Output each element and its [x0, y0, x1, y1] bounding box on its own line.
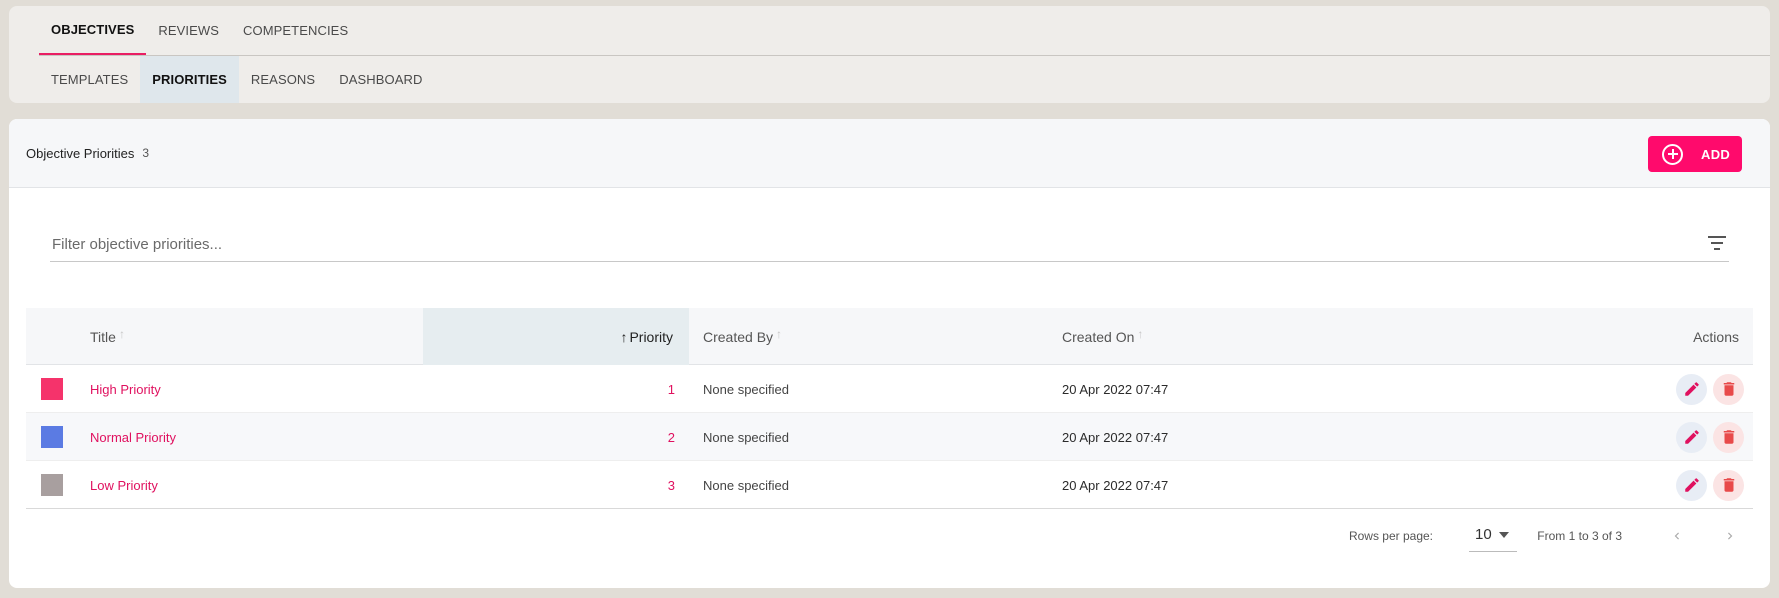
- pagination-bar: Rows per page: 10 From 1 to 3 of 3: [9, 514, 1770, 566]
- tab-competencies[interactable]: COMPETENCIES: [231, 6, 360, 55]
- chevron-right-icon: [1728, 532, 1733, 540]
- prev-page-button[interactable]: [1665, 524, 1689, 548]
- row-actions: [1676, 365, 1744, 413]
- delete-button[interactable]: [1713, 421, 1744, 453]
- row-actions: [1676, 461, 1744, 509]
- delete-button[interactable]: [1713, 373, 1744, 405]
- row-title-link[interactable]: Normal Priority: [90, 413, 176, 461]
- col-header-created-by-label: Created By: [703, 328, 774, 345]
- subtab-templates[interactable]: TEMPLATES: [39, 56, 140, 103]
- row-priority: 1: [667, 381, 675, 397]
- rows-per-page-value: 10: [1475, 526, 1492, 543]
- table-row: High Priority 1 None specified 20 Apr 20…: [26, 365, 1753, 413]
- pagination-range: From 1 to 3 of 3: [1537, 529, 1622, 543]
- pencil-icon: [1684, 382, 1699, 396]
- row-title-link[interactable]: Low Priority: [90, 461, 158, 509]
- module-nav-card: OBJECTIVES REVIEWS COMPETENCIES TEMPLATE…: [9, 6, 1770, 103]
- col-header-actions-label: Actions: [1693, 328, 1739, 345]
- col-header-priority[interactable]: ↑ Priority: [423, 308, 689, 365]
- row-actions: [1676, 413, 1744, 461]
- secondary-tabs: TEMPLATES PRIORITIES REASONS DASHBOARD: [9, 56, 1770, 103]
- edit-button[interactable]: [1676, 373, 1707, 405]
- priorities-card: Objective Priorities 3 ADD Title ↑ ↑ Pri…: [9, 119, 1770, 588]
- table-row: Low Priority 3 None specified 20 Apr 202…: [26, 461, 1753, 509]
- delete-button[interactable]: [1713, 469, 1744, 501]
- trash-icon: [1723, 382, 1734, 396]
- priority-color-swatch: [41, 474, 63, 496]
- plus-circle-icon: [1662, 143, 1683, 165]
- row-created-on: 20 Apr 2022 07:47: [1062, 429, 1169, 445]
- row-priority: 3: [667, 477, 675, 493]
- subtab-reasons[interactable]: REASONS: [239, 56, 327, 103]
- col-header-created-on[interactable]: Created On ↑: [1062, 308, 1143, 365]
- rows-per-page-label: Rows per page:: [1348, 529, 1433, 543]
- arrow-up-icon: ↑: [1137, 326, 1144, 341]
- row-created-by: None specified: [703, 477, 789, 493]
- tab-objectives[interactable]: OBJECTIVES: [39, 6, 147, 55]
- filter-input[interactable]: [50, 227, 1729, 261]
- table-header-row: Title ↑ ↑ Priority Created By ↑ Created …: [26, 308, 1753, 365]
- col-header-priority-label: Priority: [629, 328, 673, 345]
- filter-lines-icon[interactable]: [1707, 234, 1727, 252]
- arrow-up-icon: ↑: [118, 326, 125, 341]
- rows-per-page-select[interactable]: 10: [1469, 518, 1517, 552]
- subtab-priorities[interactable]: PRIORITIES: [140, 56, 239, 103]
- col-header-title[interactable]: Title ↑: [90, 308, 125, 365]
- priority-color-swatch: [41, 426, 63, 448]
- arrow-up-icon: ↑: [620, 328, 628, 345]
- col-header-created-on-label: Created On: [1062, 328, 1135, 345]
- caret-down-icon: [1499, 532, 1509, 538]
- row-priority: 2: [667, 429, 675, 445]
- row-title-link[interactable]: High Priority: [90, 365, 161, 413]
- row-created-by: None specified: [703, 381, 789, 397]
- subtab-dashboard[interactable]: DASHBOARD: [327, 56, 434, 103]
- row-created-on: 20 Apr 2022 07:47: [1062, 381, 1169, 397]
- pencil-icon: [1684, 430, 1699, 444]
- row-created-by: None specified: [703, 429, 789, 445]
- tab-reviews[interactable]: REVIEWS: [146, 6, 231, 55]
- edit-button[interactable]: [1676, 469, 1707, 501]
- card-count: 3: [142, 146, 150, 160]
- filter-bar: [50, 227, 1729, 262]
- chevron-left-icon: [1674, 532, 1679, 540]
- table-row: Normal Priority 2 None specified 20 Apr …: [26, 413, 1753, 461]
- trash-icon: [1723, 430, 1734, 444]
- col-header-created-by[interactable]: Created By ↑: [703, 308, 782, 365]
- col-header-actions: Actions: [1693, 308, 1739, 365]
- arrow-up-icon: ↑: [776, 326, 783, 341]
- col-header-title-label: Title: [90, 328, 116, 345]
- priorities-table: Title ↑ ↑ Priority Created By ↑ Created …: [26, 308, 1753, 509]
- card-title: Objective Priorities: [26, 145, 135, 161]
- card-header: Objective Priorities 3 ADD: [9, 119, 1770, 188]
- add-button[interactable]: ADD: [1648, 136, 1742, 172]
- trash-icon: [1723, 478, 1734, 492]
- row-created-on: 20 Apr 2022 07:47: [1062, 477, 1169, 493]
- primary-tabs: OBJECTIVES REVIEWS COMPETENCIES: [9, 6, 1770, 55]
- next-page-button[interactable]: [1718, 524, 1742, 548]
- edit-button[interactable]: [1676, 421, 1707, 453]
- add-button-label: ADD: [1701, 146, 1731, 162]
- pencil-icon: [1684, 478, 1699, 492]
- priority-color-swatch: [41, 378, 63, 400]
